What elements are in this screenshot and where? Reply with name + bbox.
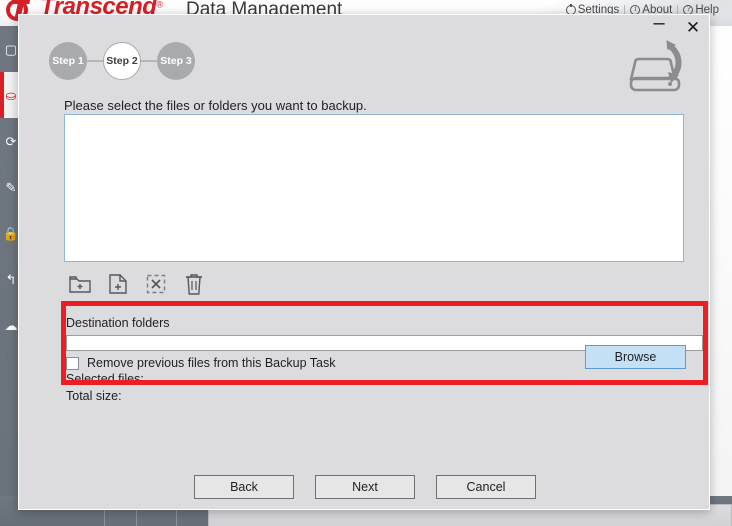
sync-icon: ⟳ (5, 133, 17, 149)
backup-drive-icon (629, 40, 682, 92)
step-connector (141, 60, 157, 62)
close-button[interactable]: ✕ (683, 17, 703, 37)
remove-previous-files-checkbox[interactable] (66, 356, 79, 370)
screenshot-root: Transcend® Data Management Settings Abou… (0, 0, 732, 526)
add-file-button[interactable] (105, 272, 131, 296)
restore-icon: ↰ (5, 271, 17, 287)
instruction-text: Please select the files or folders you w… (64, 98, 367, 113)
trash-icon (186, 273, 202, 295)
key-icon: ✎ (5, 179, 17, 195)
add-folder-button[interactable] (67, 272, 93, 296)
cloud-icon: ☁ (4, 317, 18, 333)
step-1[interactable]: Step 1 (49, 42, 87, 80)
add-file-icon (109, 274, 127, 294)
back-button[interactable]: Back (194, 475, 294, 499)
file-toolbar (67, 272, 207, 296)
minimize-button[interactable]: – (649, 13, 669, 37)
backup-wizard-dialog: – ✕ Step 1 Step 2 Step 3 Please select t… (18, 13, 711, 510)
selected-files-stat: Selected files: (66, 372, 144, 386)
step-connector (87, 60, 103, 62)
selected-files-list[interactable] (64, 114, 684, 262)
delete-button[interactable] (181, 272, 207, 296)
next-button[interactable]: Next (315, 475, 415, 499)
dialog-footer: Back Next Cancel (19, 475, 711, 499)
padlock-icon: 🔒 (2, 225, 20, 241)
deselect-button[interactable] (143, 272, 169, 296)
cancel-button[interactable]: Cancel (436, 475, 536, 499)
step-2[interactable]: Step 2 (103, 42, 141, 80)
remove-previous-files-row[interactable]: Remove previous files from this Backup T… (66, 356, 335, 370)
browse-button[interactable]: Browse (585, 345, 686, 369)
lock-backup-icon: ⛀ (5, 87, 17, 103)
registered-mark: ® (156, 0, 164, 10)
remove-previous-files-label: Remove previous files from this Backup T… (87, 356, 336, 370)
add-folder-icon (69, 275, 91, 293)
document-icon: ▢ (4, 41, 18, 57)
deselect-icon (146, 274, 166, 294)
step-indicator: Step 1 Step 2 Step 3 (49, 42, 195, 80)
destination-label: Destination folders (66, 316, 170, 330)
total-size-stat: Total size: (66, 389, 122, 403)
step-3[interactable]: Step 3 (157, 42, 195, 80)
dialog-title-bar: – ✕ (649, 13, 703, 37)
